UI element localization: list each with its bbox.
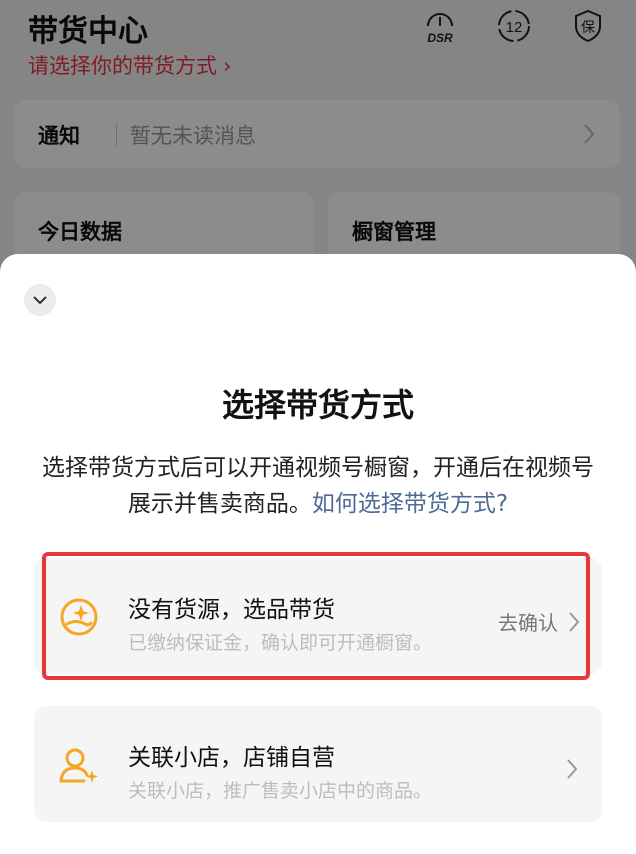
help-link[interactable]: 如何选择带货方式?: [312, 491, 508, 517]
person-sparkle-icon: [59, 748, 98, 783]
option-title: 没有货源，选品带货: [128, 597, 335, 623]
bottom-sheet: 选择带货方式 选择带货方式后可以开通视频号橱窗，开通后在视频号展示并售卖商品。如…: [0, 254, 636, 854]
chevron-right-icon: [569, 611, 580, 632]
chevron-down-icon: [33, 296, 47, 305]
hand-sparkle-icon: [60, 598, 98, 636]
sheet-title: 选择带货方式: [221, 386, 414, 424]
option-select-products[interactable]: 没有货源，选品带货 已缴纳保证金，确认即可开通橱窗。 去确认: [34, 558, 602, 674]
confirm-label: 去确认: [498, 611, 558, 635]
option-subtitle: 已缴纳保证金，确认即可开通橱窗。: [128, 632, 433, 654]
chevron-right-icon: [567, 759, 578, 779]
collapse-button[interactable]: [24, 284, 56, 316]
sheet-description: 选择带货方式后可以开通视频号橱窗，开通后在视频号展示并售卖商品。如何选择带货方式…: [32, 450, 604, 522]
option-title: 关联小店，店铺自营: [128, 745, 335, 771]
confirm-action[interactable]: 去确认: [498, 607, 580, 636]
option-link-shop[interactable]: 关联小店，店铺自营 关联小店，推广售卖小店中的商品。: [34, 706, 602, 822]
option-subtitle: 关联小店，推广售卖小店中的商品。: [128, 780, 433, 802]
